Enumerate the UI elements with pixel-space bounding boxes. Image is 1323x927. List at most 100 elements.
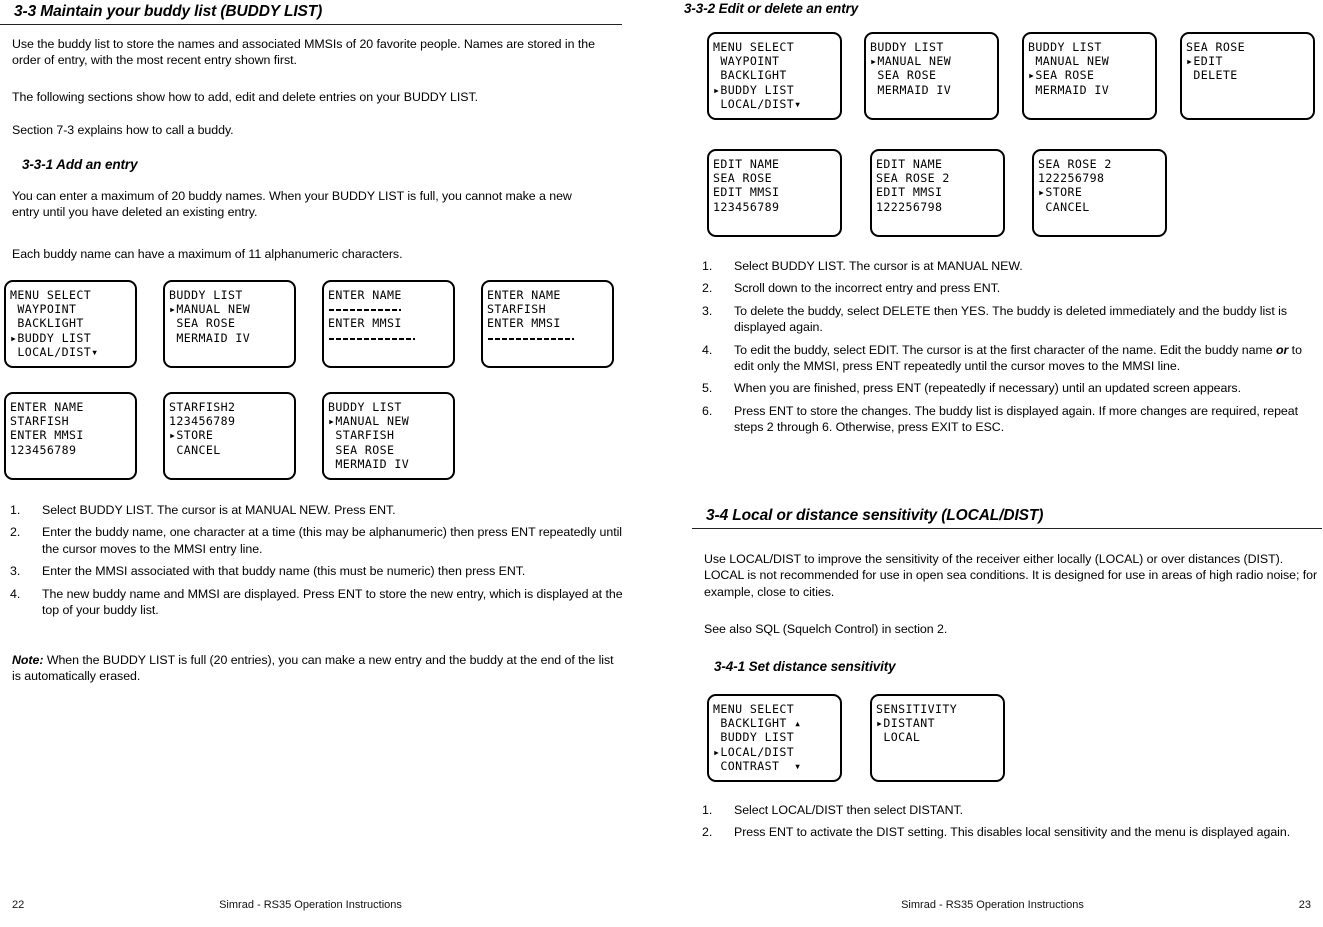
lcd-text-line: SEA ROSE <box>328 442 395 457</box>
lcd-text-line: 123456789 <box>713 199 780 214</box>
section-3-3-paragraph-3: Section 7-3 explains how to call a buddy… <box>12 123 234 137</box>
list-item-text: Select BUDDY LIST. The cursor is at MANU… <box>42 503 396 517</box>
lcd-dash-line <box>329 337 415 340</box>
lcd-screen-sensitivity-distant: SENSITIVITY ▸DISTANT LOCAL <box>870 694 1005 782</box>
section-3-4-heading: 3-4 Local or distance sensitivity (LOCAL… <box>706 507 1044 524</box>
subsection-3-3-1-heading-block: 3-3-1 Add an entry <box>0 156 622 174</box>
lcd-dash-line <box>329 309 401 312</box>
lcd-screens-row-2: ENTER NAME STARFISH ENTER MMSI 123456789 ST… <box>0 390 661 490</box>
note-buddy-list-full: Note: When the BUDDY LIST is full (20 en… <box>12 652 622 685</box>
lcd-text-line: BUDDY LIST <box>870 40 944 54</box>
footer-left: 22 Simrad - RS35 Operation Instructions <box>0 899 661 913</box>
list-item: 1. Select BUDDY LIST. The cursor is at MA… <box>692 258 1317 274</box>
list-item-number: 4. <box>702 342 713 357</box>
lcd-text-line: MERMAID IV <box>870 82 952 97</box>
lcd-text-line: MENU SELECT <box>713 702 795 716</box>
lcd-text-line: STARFISH2 <box>169 400 236 414</box>
lcd-screen-enter-name-blank: ENTER NAME ENTER MMSI <box>322 280 455 368</box>
lcd-text-line: 122256798 <box>1038 171 1105 186</box>
list-item-emphasis: or <box>1275 342 1289 357</box>
lcd-screen-buddy-list-manual-new: BUDDY LIST ▸MANUAL NEW SEA ROSE MERMAID I… <box>163 280 296 368</box>
lcd-text-line: ENTER MMSI <box>328 316 402 331</box>
lcd-text-line: SEA ROSE 2 <box>1038 157 1112 171</box>
lcd-text-line: LOCAL <box>876 730 921 745</box>
list-item: 1. Select BUDDY LIST. The cursor is at MA… <box>0 502 625 518</box>
lcd-text-line: ▸SEA ROSE <box>1028 68 1095 83</box>
lcd-text-line: CONTRAST ▾ <box>713 758 802 773</box>
lcd-screens-edit-row-2: EDIT NAME SEA ROSE EDIT MMSI 123456789 EDIT… <box>662 147 1323 247</box>
lcd-text-line: ▸MANUAL NEW <box>870 54 952 69</box>
list-item-number: 4. <box>10 586 21 601</box>
list-item: 4. To edit the buddy, select EDIT. The cu… <box>692 342 1317 375</box>
subsection-3-3-2-heading-block: 3-3-2 Edit or delete an entry <box>662 0 1285 18</box>
lcd-screen-sea-rose-2-store: SEA ROSE 2 122256798 ▸STORE CANCEL <box>1032 149 1167 237</box>
list-item-number: 1. <box>702 803 713 817</box>
lcd-text-line: ▸MANUAL NEW <box>169 302 251 317</box>
lcd-text-line: ▸MANUAL NEW <box>328 414 410 429</box>
lcd-text-line: MENU SELECT <box>713 40 795 54</box>
lcd-text-line: BACKLIGHT <box>713 68 787 83</box>
list-item-text: Select BUDDY LIST. The cursor is at MANU… <box>734 259 1023 273</box>
lcd-text-line: ENTER MMSI <box>10 428 84 443</box>
lcd-text-line: ▸EDIT <box>1186 54 1223 69</box>
list-item: 6. Press ENT to store the changes. The bu… <box>692 403 1317 436</box>
lcd-screen-starfish2-store: STARFISH2 123456789 ▸STORE CANCEL <box>163 392 296 480</box>
lcd-text-line: ▸DISTANT <box>876 716 936 731</box>
lcd-screens-row-1: MENU SELECT WAYPOINT BACKLIGHT ▸BUDDY LIS… <box>0 278 661 376</box>
list-item: 2. Press ENT to activate the DIST setting… <box>692 824 1317 840</box>
steps-edit-delete: 1. Select BUDDY LIST. The cursor is at MA… <box>692 258 1317 442</box>
lcd-text-line: ▸STORE <box>169 428 214 443</box>
lcd-text-line: SEA ROSE <box>1186 40 1246 54</box>
lcd-text-line: MERMAID IV <box>1028 82 1110 97</box>
lcd-text-line: MERMAID IV <box>169 330 251 345</box>
lcd-text-line: SEA ROSE 2 <box>876 171 950 186</box>
lcd-text-line: BUDDY LIST <box>169 288 243 302</box>
lcd-text-line: 122256798 <box>876 199 943 214</box>
list-item-text: The new buddy name and MMSI are displaye… <box>42 586 623 618</box>
list-item-number: 3. <box>10 564 21 579</box>
lcd-text-line: ▸BUDDY LIST <box>713 82 795 97</box>
list-item-number: 3. <box>702 303 713 318</box>
list-item-number: 6. <box>702 403 713 418</box>
list-item: 3. To delete the buddy, select DELETE the… <box>692 303 1317 336</box>
list-item-number: 5. <box>702 381 713 396</box>
lcd-text-line: STARFISH <box>328 428 395 443</box>
subsection-3-3-1-paragraph-1: You can enter a maximum of 20 buddy name… <box>12 189 572 220</box>
page-right: 3-3-2 Edit or delete an entry MENU SELEC… <box>662 0 1323 927</box>
lcd-screen-edit-name-sea-rose-2: EDIT NAME SEA ROSE 2 EDIT MMSI 122256798 <box>870 149 1005 237</box>
list-item-number: 2. <box>10 525 21 540</box>
steps-edit-delete-list: 1. Select BUDDY LIST. The cursor is at MA… <box>692 258 1317 436</box>
list-item-number: 1. <box>10 503 21 517</box>
lcd-screen-buddy-list-sea-rose-selected: BUDDY LIST MANUAL NEW ▸SEA ROSE MERMAID I… <box>1022 32 1157 120</box>
list-item: 4. The new buddy name and MMSI are displa… <box>0 586 625 619</box>
list-item-text: Select LOCAL/DIST then select DISTANT. <box>734 803 964 817</box>
list-item: 2. Scroll down to the incorrect entry and… <box>692 280 1317 296</box>
section-3-3-heading: 3-3 Maintain your buddy list (BUDDY LIST… <box>14 3 323 20</box>
section-3-4-rule <box>692 528 1322 529</box>
steps-add-entry-list: 1. Select BUDDY LIST. The cursor is at MA… <box>0 502 625 618</box>
page-left: 3-3 Maintain your buddy list (BUDDY LIST… <box>0 0 661 927</box>
list-item-text: Enter the buddy name, one character at a… <box>42 525 622 556</box>
lcd-text-line: ▸STORE <box>1038 185 1083 200</box>
lcd-screens-edit-row-1: MENU SELECT WAYPOINT BACKLIGHT ▸BUDDY LIS… <box>662 30 1323 128</box>
list-item-text: Enter the MMSI associated with that budd… <box>42 564 526 579</box>
list-item-text: Press ENT to activate the DIST setting. … <box>734 825 1291 840</box>
lcd-screen-menu-select: MENU SELECT WAYPOINT BACKLIGHT ▸BUDDY LIS… <box>4 280 137 368</box>
lcd-text-line: STARFISH <box>487 302 547 317</box>
lcd-text-line: BUDDY LIST <box>328 400 402 414</box>
list-item-text: To delete the buddy, select DELETE then … <box>734 303 1287 335</box>
lcd-text-line: SEA ROSE <box>169 316 236 331</box>
lcd-text-line: SEA ROSE <box>713 171 773 186</box>
lcd-text-line: WAYPOINT <box>713 54 780 69</box>
lcd-text-line: EDIT NAME <box>713 157 780 171</box>
lcd-text-line: EDIT NAME <box>876 157 943 171</box>
lcd-screen-buddy-list-manual-new-edit: BUDDY LIST ▸MANUAL NEW SEA ROSE MERMAID I… <box>864 32 999 120</box>
list-item-text: Scroll down to the incorrect entry and p… <box>734 281 1001 296</box>
lcd-screen-enter-name-starfish: ENTER NAME STARFISH ENTER MMSI <box>481 280 614 368</box>
lcd-text-line: STARFISH <box>10 414 70 429</box>
section-3-3-heading-block: 3-3 Maintain your buddy list (BUDDY LIST… <box>0 2 622 25</box>
lcd-text-line: SEA ROSE <box>870 68 937 83</box>
note-text: When the BUDDY LIST is full (20 entries)… <box>12 653 614 684</box>
lcd-text-line: MERMAID IV <box>328 456 410 471</box>
lcd-text-line: EDIT MMSI <box>713 185 780 200</box>
